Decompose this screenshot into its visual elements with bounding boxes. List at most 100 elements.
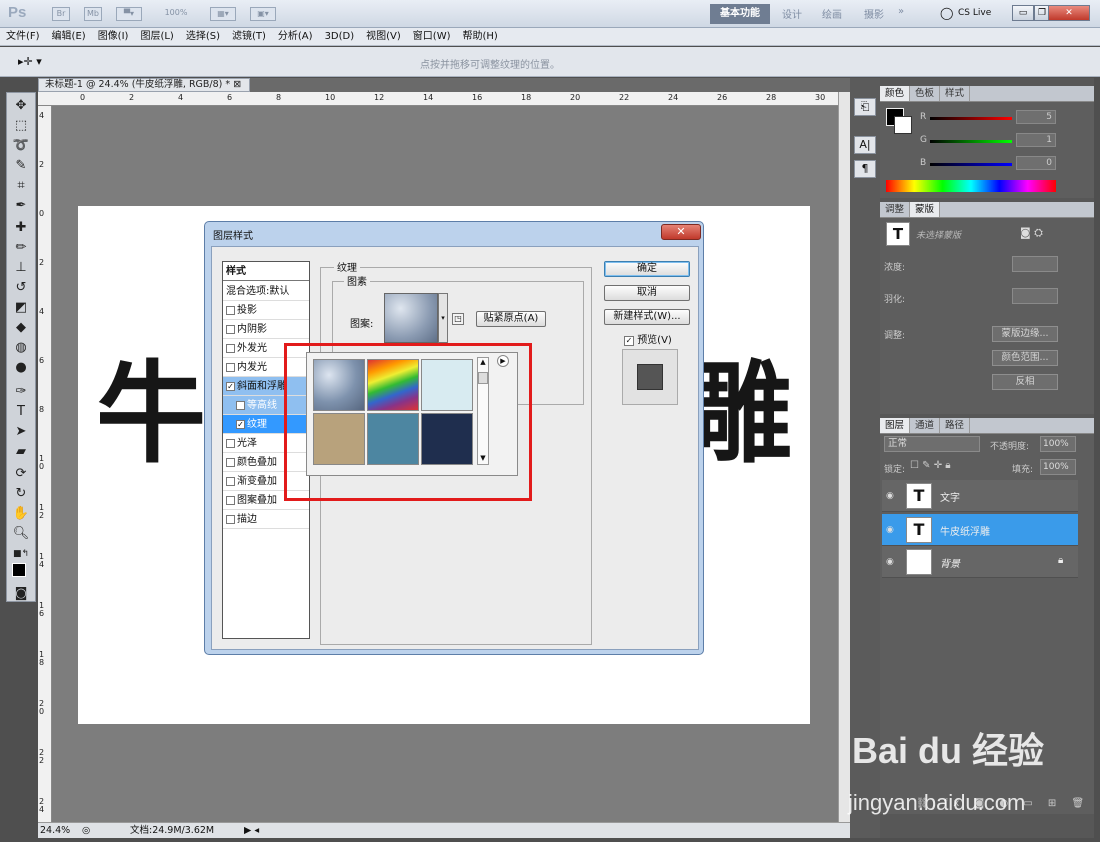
r-slider[interactable] bbox=[930, 117, 1012, 120]
paint-bucket-icon[interactable]: ◆ bbox=[7, 319, 35, 337]
workspace-essentials[interactable]: 基本功能 bbox=[710, 4, 770, 24]
checkbox-checked[interactable]: ✓ bbox=[624, 336, 634, 346]
workspace-design[interactable]: 设计 bbox=[782, 6, 802, 21]
menu-image[interactable]: 图像(I) bbox=[92, 28, 135, 46]
menu-view[interactable]: 视图(V) bbox=[360, 28, 407, 46]
document-tab[interactable]: 未标题-1 @ 24.4% (牛皮纸浮雕, RGB/8) * ⊠ bbox=[38, 78, 250, 92]
brush-tool-icon[interactable]: ✏ bbox=[7, 239, 35, 257]
checkbox[interactable] bbox=[226, 362, 235, 372]
tab-swatches[interactable]: 色板 bbox=[910, 86, 941, 101]
minimize-button[interactable]: ▭ bbox=[1012, 5, 1034, 21]
close-window-button[interactable]: ✕ bbox=[1048, 5, 1090, 21]
checkbox-checked[interactable]: ✓ bbox=[226, 381, 235, 391]
workspace-painting[interactable]: 绘画 bbox=[822, 6, 842, 21]
mask-feather-field[interactable] bbox=[1012, 288, 1058, 304]
eye-icon[interactable]: ◉ bbox=[886, 491, 894, 501]
tab-styles[interactable]: 样式 bbox=[940, 86, 971, 101]
paragraph-panel-icon[interactable]: ¶ bbox=[854, 160, 876, 178]
workspace-more[interactable]: » bbox=[898, 6, 904, 17]
cslive-button[interactable]: CS Live bbox=[958, 8, 991, 18]
color-range-button[interactable]: 颜色范围... bbox=[992, 350, 1058, 366]
mask-density-field[interactable] bbox=[1012, 256, 1058, 272]
zoom-level-dropdown[interactable]: 100% bbox=[156, 7, 196, 21]
pattern-thumbnail[interactable] bbox=[384, 293, 438, 343]
checkbox[interactable] bbox=[226, 343, 235, 353]
zoom-tool-icon[interactable]: 🔍︎ bbox=[7, 525, 35, 543]
marquee-tool-icon[interactable]: ⬚ bbox=[7, 117, 35, 135]
healing-brush-icon[interactable]: ✚ bbox=[7, 219, 35, 237]
type-tool-icon[interactable]: T bbox=[7, 403, 35, 421]
b-slider[interactable] bbox=[930, 163, 1012, 166]
tab-masks[interactable]: 蒙版 bbox=[910, 202, 941, 217]
g-value[interactable]: 1 bbox=[1016, 133, 1056, 147]
crop-tool-icon[interactable]: ⌗ bbox=[7, 177, 35, 195]
quick-select-tool-icon[interactable]: ✎ bbox=[7, 157, 35, 175]
dodge-tool-icon[interactable]: ● bbox=[7, 359, 35, 377]
eyedropper-tool-icon[interactable]: ✒ bbox=[7, 197, 35, 215]
default-colors-icon[interactable]: ■↰ bbox=[7, 545, 35, 563]
cancel-button[interactable]: 取消 bbox=[604, 285, 690, 301]
status-arrow-icon[interactable]: ▶ ◂ bbox=[244, 823, 259, 838]
view-extras-button[interactable]: ▀▾ bbox=[116, 7, 142, 21]
quick-mask-icon[interactable]: ◙ bbox=[7, 585, 35, 603]
layer-row-background[interactable]: ◉ 背景 🔒︎ bbox=[882, 546, 1078, 578]
layer-row-text[interactable]: ◉ T 文字 bbox=[882, 480, 1078, 512]
zoom-readout[interactable]: 24.4% bbox=[40, 823, 70, 838]
b-value[interactable]: 0 bbox=[1016, 156, 1056, 170]
eye-icon[interactable]: ◉ bbox=[886, 557, 894, 567]
menu-edit[interactable]: 编辑(E) bbox=[46, 28, 92, 46]
fill-field[interactable]: 100% bbox=[1040, 459, 1076, 475]
new-style-button[interactable]: 新建样式(W)... bbox=[604, 309, 690, 325]
3d-orbit-tool-icon[interactable]: ↻ bbox=[7, 485, 35, 503]
invert-button[interactable]: 反相 bbox=[992, 374, 1058, 390]
tab-paths[interactable]: 路径 bbox=[940, 418, 971, 433]
checkbox[interactable] bbox=[226, 476, 235, 486]
tab-adjustments[interactable]: 调整 bbox=[880, 202, 911, 217]
menu-select[interactable]: 选择(S) bbox=[180, 28, 226, 46]
lock-icons[interactable]: ☐ ✎ ✛ 🔒︎ bbox=[910, 460, 951, 471]
tab-color[interactable]: 颜色 bbox=[880, 86, 911, 101]
mask-edge-button[interactable]: 蒙版边缘... bbox=[992, 326, 1058, 342]
opacity-field[interactable]: 100% bbox=[1040, 436, 1076, 452]
checkbox[interactable] bbox=[226, 495, 235, 505]
tab-layers[interactable]: 图层 bbox=[880, 418, 911, 433]
r-value[interactable]: 5 bbox=[1016, 110, 1056, 124]
checkbox[interactable] bbox=[226, 305, 235, 315]
foreground-color-swatch[interactable] bbox=[12, 563, 26, 577]
menu-file[interactable]: 文件(F) bbox=[0, 28, 46, 46]
blur-tool-icon[interactable]: ◍ bbox=[7, 339, 35, 357]
style-item-stroke[interactable]: 描边 bbox=[223, 510, 309, 529]
menu-filter[interactable]: 滤镜(T) bbox=[226, 28, 272, 46]
checkbox[interactable] bbox=[236, 400, 245, 410]
move-tool-preset-icon[interactable]: ▸✛ ▾ bbox=[18, 55, 42, 68]
checkbox[interactable] bbox=[226, 438, 235, 448]
checkbox[interactable] bbox=[226, 324, 235, 334]
eraser-tool-icon[interactable]: ◩ bbox=[7, 299, 35, 317]
eye-icon[interactable]: ◉ bbox=[886, 525, 894, 535]
blend-options-item[interactable]: 混合选项:默认 bbox=[223, 282, 309, 301]
history-panel-icon[interactable]: ⎗ bbox=[854, 98, 876, 116]
3d-rotate-tool-icon[interactable]: ⟳ bbox=[7, 465, 35, 483]
hand-tool-icon[interactable]: ✋ bbox=[7, 505, 35, 523]
checkbox[interactable] bbox=[226, 457, 235, 467]
history-brush-icon[interactable]: ↺ bbox=[7, 279, 35, 297]
style-item-inner-shadow[interactable]: 内阴影 bbox=[223, 320, 309, 339]
dialog-close-button[interactable]: ✕ bbox=[661, 224, 701, 240]
bridge-button[interactable]: Br bbox=[52, 7, 70, 21]
new-preset-icon[interactable]: ◳ bbox=[452, 313, 464, 325]
menu-help[interactable]: 帮助(H) bbox=[457, 28, 504, 46]
menu-layer[interactable]: 图层(L) bbox=[134, 28, 179, 46]
status-menu-icon[interactable]: ◎ bbox=[82, 823, 90, 838]
lasso-tool-icon[interactable]: ➰ bbox=[7, 137, 35, 155]
stamp-tool-icon[interactable]: ⊥ bbox=[7, 259, 35, 277]
screen-mode-button[interactable]: ▣▾ bbox=[250, 7, 276, 21]
snap-to-origin-button[interactable]: 贴紧原点(A) bbox=[476, 311, 546, 327]
layer-row-kraft[interactable]: ◉ T 牛皮纸浮雕 bbox=[882, 514, 1078, 546]
workspace-photography[interactable]: 摄影 bbox=[864, 6, 884, 21]
document-vertical-scrollbar[interactable] bbox=[838, 92, 850, 822]
pattern-dropdown-arrow[interactable]: ▾ bbox=[438, 293, 448, 343]
style-item-drop-shadow[interactable]: 投影 bbox=[223, 301, 309, 320]
close-tab-icon[interactable]: ⊠ bbox=[233, 79, 241, 90]
menu-window[interactable]: 窗口(W) bbox=[407, 28, 457, 46]
pen-tool-icon[interactable]: ✑ bbox=[7, 383, 35, 401]
